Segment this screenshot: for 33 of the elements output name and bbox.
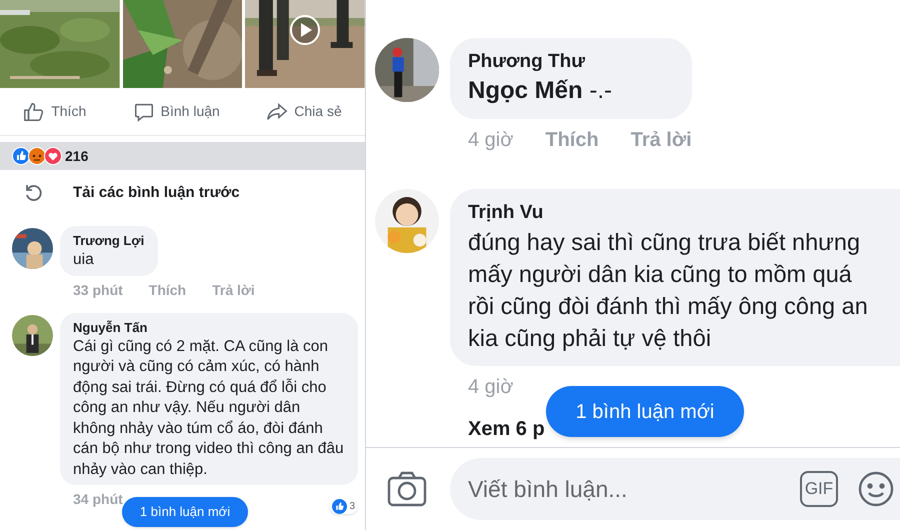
thumbs-up-icon [12,147,30,165]
comment-input-field[interactable]: Viết bình luận... GIF [450,458,900,520]
reactions-bar[interactable]: 216 [0,142,365,170]
view-replies-link[interactable]: Xem 6 p [468,418,545,440]
new-comments-button[interactable]: 1 bình luận mới [546,386,744,437]
like-count-badge: 3 [330,499,357,514]
comment-author[interactable]: Trương Lợi [73,232,145,250]
camera-icon[interactable] [387,471,427,507]
refresh-icon[interactable] [23,183,43,203]
like-button[interactable]: Thích [23,100,86,122]
comment-time: 34 phút [73,490,123,509]
comment-author[interactable]: Trịnh Vu [468,200,876,226]
comment-author[interactable]: Phương Thư [468,49,668,75]
comment-text: uia [73,250,95,270]
comment-time: 4 giờ [468,128,514,153]
comment-text: đúng hay sai thì cũng trưa biết nhưng mấy người dân kia cũng to mồm quá rồi cũng đòi đánh thì mấy ông công an kia cũng phải tự vệ thôi [468,228,869,353]
new-comments-button[interactable]: 1 bình luận mới [122,497,248,527]
angry-face-icon [28,147,46,165]
comment-text: Cái gì cũng có 2 mặt. CA cũng là con người và cũng có cảm xúc, có hành động sai trái. Đừng có quá đổ lỗi cho công an như vậy. Nếu người dân không nhảy vào túm cổ áo, đòi đánh cán bộ như trong video thì công an đâu nhảy vào can thiệp. [73,336,345,480]
load-previous-comments-link[interactable]: Tải các bình luận trước [73,182,240,204]
comment-button[interactable]: Bình luận [132,100,220,122]
gif-button[interactable]: GIF [800,471,838,507]
play-icon[interactable] [289,14,322,46]
share-button[interactable]: Chia sẻ [266,100,342,122]
smiley-icon[interactable] [858,471,894,507]
reaction-count: 216 [65,146,88,166]
thumbs-up-icon [332,499,348,514]
comment-author[interactable]: Nguyễn Tấn [73,318,345,336]
comment-time: 33 phút [73,280,123,300]
share-arrow-icon [266,100,288,122]
thumbs-up-icon [23,100,46,122]
comment-time: 4 giờ [468,375,514,400]
comment-text: Ngọc Mến -.- [468,76,613,106]
